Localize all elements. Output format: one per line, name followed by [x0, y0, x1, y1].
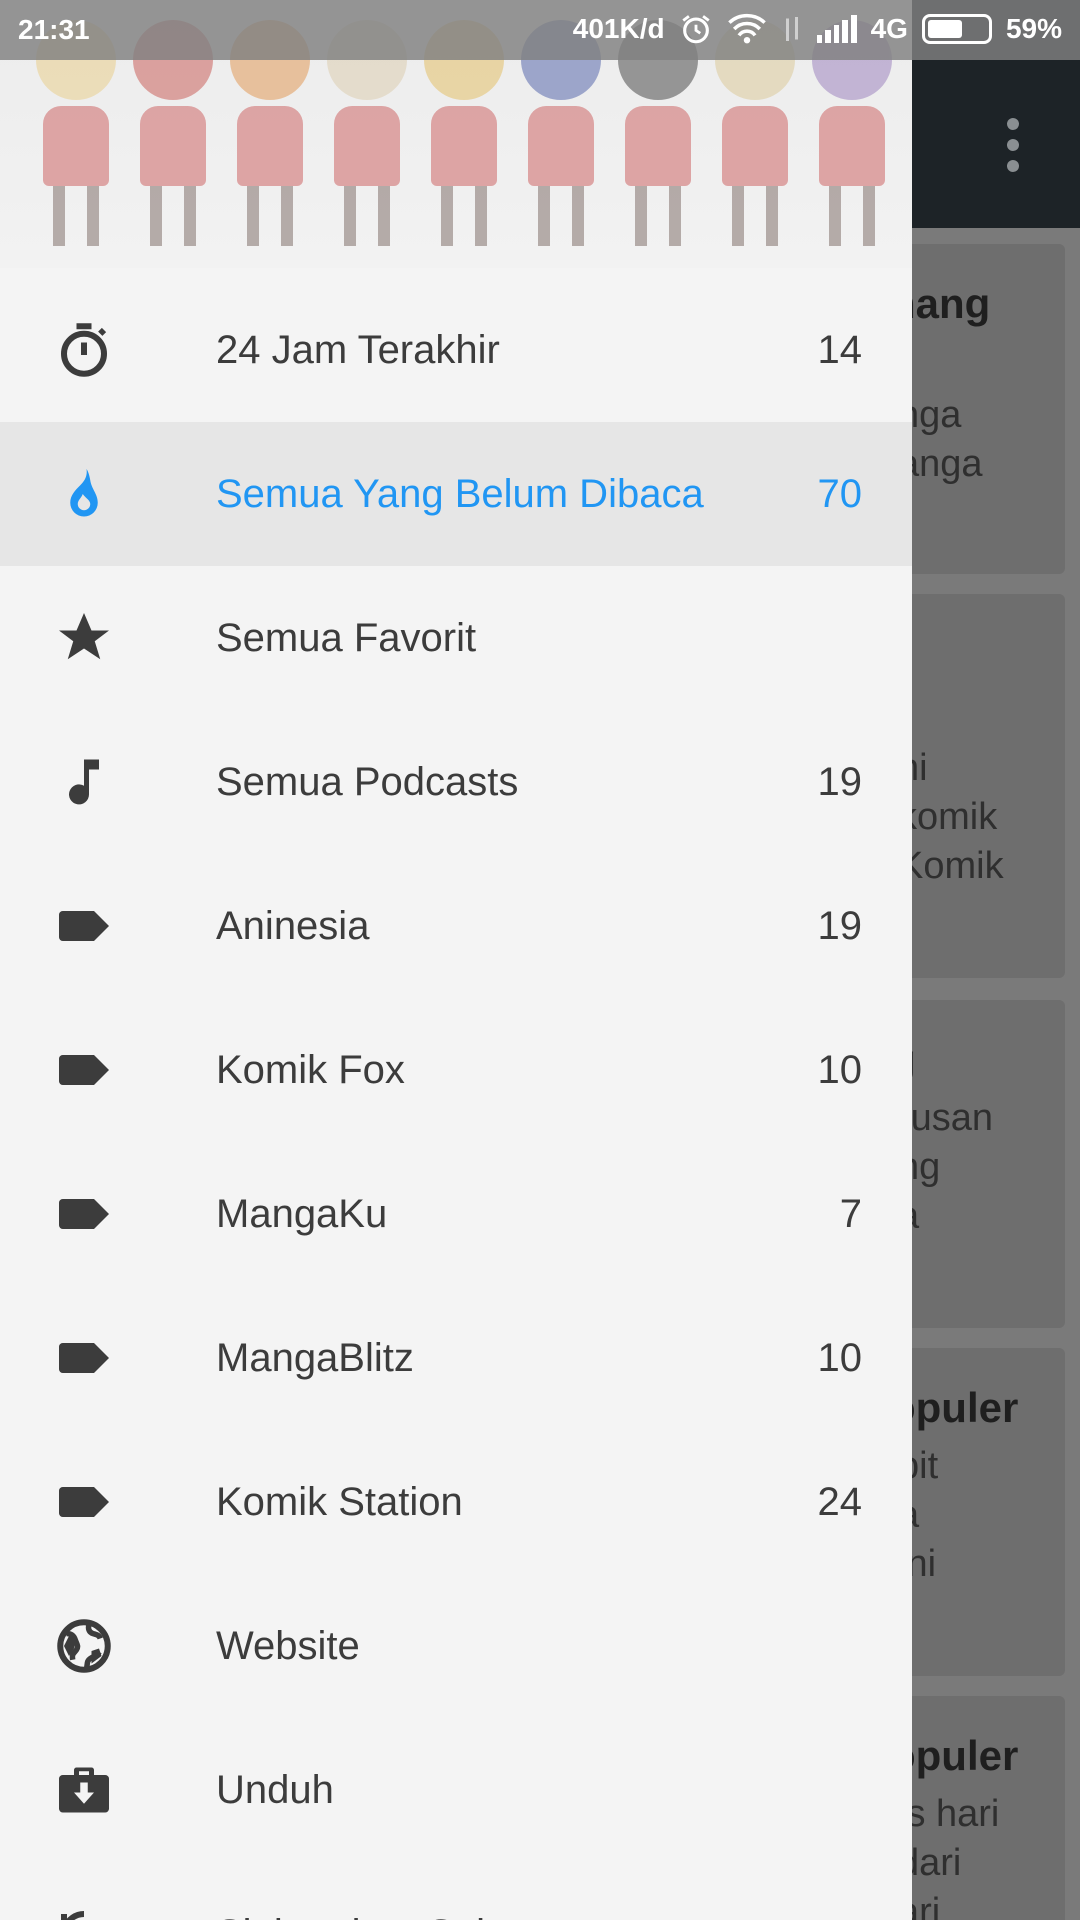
star-icon — [54, 608, 114, 668]
unread-count: 14 — [817, 327, 863, 372]
feed-card[interactable]: opuler is hari dari ari — [890, 1696, 1065, 1920]
card-line: rusan — [898, 1097, 994, 1139]
network-type: 4G — [870, 13, 908, 44]
navigation-drawer: 24 Jam Terakhir 14 Semua Yang Belum Diba… — [0, 0, 912, 1920]
drawer-item-label: Unduh — [216, 1767, 334, 1812]
label-tag-icon — [54, 1040, 114, 1100]
label-tag-icon — [54, 1472, 114, 1532]
unread-count: 10 — [817, 1335, 863, 1380]
feed-card[interactable]: opuler bit a ini — [890, 1348, 1065, 1676]
drawer-item-sinkronkan-sekarang[interactable]: Sinkronkan Sekarang — [0, 1862, 912, 1920]
drawer-item-label: 24 Jam Terakhir — [216, 327, 500, 372]
alarm-icon — [681, 15, 710, 44]
drawer-item-semua-favorit[interactable]: Semua Favorit — [0, 566, 912, 710]
overflow-menu-icon[interactable] — [995, 118, 1031, 174]
drawer-item-label: Semua Favorit — [216, 615, 477, 660]
label-tag-icon — [54, 1328, 114, 1388]
drawer-item-komik-fox[interactable]: Komik Fox 10 — [0, 998, 912, 1142]
drawer-item-24-jam-terakhir[interactable]: 24 Jam Terakhir 14 — [0, 278, 912, 422]
card-line: is hari — [898, 1793, 1000, 1835]
drawer-item-mangablitz[interactable]: MangaBlitz 10 — [0, 1286, 912, 1430]
network-speed: 401K/d — [572, 13, 665, 44]
battery-icon — [921, 14, 992, 44]
unread-count: 19 — [817, 759, 863, 804]
stopwatch-icon — [54, 320, 114, 380]
drawer-item-unduh[interactable]: Unduh — [0, 1718, 912, 1862]
card-line: Komik — [898, 845, 1004, 887]
drawer-item-label: Komik Station — [216, 1479, 463, 1524]
status-bar: 21:31 401K/d 4G 59% — [0, 0, 1080, 60]
feed-card[interactable]: g rusan ng a — [890, 1000, 1065, 1328]
drawer-item-mangaku[interactable]: MangaKu 7 — [0, 1142, 912, 1286]
flame-icon — [54, 464, 114, 524]
unread-count: 19 — [817, 903, 863, 948]
download-box-icon — [54, 1760, 114, 1820]
unread-count: 10 — [817, 1047, 863, 1092]
globe-icon — [54, 1616, 114, 1676]
signal-icon — [816, 15, 857, 43]
drawer-item-website[interactable]: Website — [0, 1574, 912, 1718]
unread-count: 70 — [817, 471, 863, 516]
unread-count: 24 — [817, 1479, 863, 1524]
label-tag-icon — [54, 896, 114, 956]
sync-icon — [54, 1904, 114, 1920]
battery-percent: 59% — [1005, 13, 1062, 44]
drawer-item-aninesia[interactable]: Aninesia 19 — [0, 854, 912, 998]
feed-card[interactable]: nang i nga anga — [890, 244, 1065, 574]
data-arrows-icon — [785, 17, 798, 41]
drawer-item-label: Komik Fox — [216, 1047, 405, 1092]
drawer-item-semua-yang-belum-dibaca[interactable]: Semua Yang Belum Dibaca 70 — [0, 422, 912, 566]
feed-card[interactable]: ni komik Komik — [890, 594, 1065, 978]
drawer-item-label: MangaKu — [216, 1191, 388, 1236]
unread-count: 7 — [839, 1191, 862, 1236]
drawer-item-komik-station[interactable]: Komik Station 24 — [0, 1430, 912, 1574]
drawer-item-label: Sinkronkan Sekarang — [216, 1912, 598, 1920]
drawer-item-label: Website — [216, 1623, 360, 1668]
status-time: 21:31 — [18, 14, 90, 45]
drawer-item-semua-podcasts[interactable]: Semua Podcasts 19 — [0, 710, 912, 854]
drawer-item-label: Semua Yang Belum Dibaca — [216, 471, 704, 516]
music-note-icon — [54, 752, 114, 812]
label-tag-icon — [54, 1184, 114, 1244]
drawer-item-label: Aninesia — [216, 903, 370, 948]
card-line: komik — [898, 796, 998, 838]
drawer-item-label: MangaBlitz — [216, 1335, 414, 1380]
drawer-item-label: Semua Podcasts — [216, 759, 519, 804]
wifi-icon — [727, 13, 766, 44]
